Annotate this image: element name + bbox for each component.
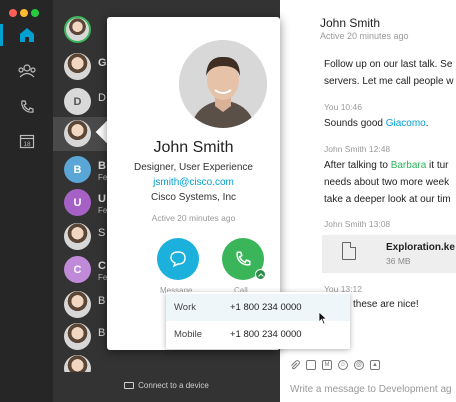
close-window-button[interactable]: [9, 9, 17, 17]
contact-subtitle: Fe: [98, 206, 108, 215]
message-line: needs about two more week: [324, 177, 450, 188]
avatar: [64, 323, 91, 350]
avatar: [64, 355, 91, 372]
menu-item-mobile[interactable]: Mobile +1 800 234 0000: [166, 321, 350, 348]
contact-status: Active 20 minutes ago: [151, 213, 236, 223]
team-icon[interactable]: [16, 60, 38, 82]
chat-status: Active 20 minutes ago: [320, 31, 409, 41]
active-indicator: [0, 24, 3, 46]
contact-title: Designer, User Experience: [134, 162, 253, 173]
zoom-window-button[interactable]: [31, 9, 39, 17]
screen-share-icon: [124, 382, 135, 389]
avatar: C: [64, 256, 91, 283]
contact-subtitle: Fe: [98, 173, 108, 182]
chevron-up-icon[interactable]: [255, 269, 266, 280]
file-size: 36 MB: [386, 256, 411, 266]
message-input[interactable]: Write a message to Development ag: [290, 384, 452, 395]
attach-icon[interactable]: [290, 360, 300, 370]
mention-link[interactable]: Barbara: [391, 160, 427, 171]
connect-device-label: Connect to a device: [138, 381, 209, 390]
home-icon[interactable]: [16, 24, 38, 46]
message-text: Sounds good: [324, 118, 386, 129]
file-attachment[interactable]: Exploration.ke 36 MB: [322, 235, 456, 273]
screenshot-icon[interactable]: [306, 360, 316, 370]
markdown-icon[interactable]: M: [322, 360, 332, 370]
file-icon: [342, 242, 356, 260]
contact-avatar: [179, 40, 267, 128]
avatar: [64, 53, 91, 80]
minimize-window-button[interactable]: [20, 9, 28, 17]
list-item[interactable]: [53, 352, 280, 372]
phone-number: +1 800 234 0000: [230, 329, 302, 340]
file-name: Exploration.ke: [386, 242, 455, 253]
avatar: [64, 291, 91, 318]
emoji-icon[interactable]: ☺: [338, 360, 348, 370]
chat-bubble-icon: [170, 251, 186, 268]
message-text: After talking to: [324, 160, 391, 171]
message-meta: John Smith 13:08: [324, 219, 391, 229]
mention-icon[interactable]: @: [354, 360, 364, 370]
contact-name: John Smith: [153, 139, 234, 156]
contact-name: G: [98, 57, 107, 69]
message-text: .: [425, 118, 429, 129]
contact-name: C: [98, 260, 106, 272]
contact-name: B: [98, 160, 106, 172]
phone-icon[interactable]: [16, 96, 38, 118]
contact-name: U: [98, 193, 106, 205]
calendar-day: 18: [23, 141, 31, 148]
message-text: it tur: [426, 160, 449, 171]
contact-subtitle: Fe: [98, 273, 108, 282]
avatar: B: [64, 156, 91, 183]
mouse-cursor-icon: [318, 311, 328, 325]
connect-device-button[interactable]: Connect to a device: [53, 381, 280, 390]
message-button[interactable]: [157, 238, 199, 280]
message-meta: You 10:46: [324, 102, 362, 112]
avatar: [64, 120, 91, 147]
message-line: Sounds good Giacomo.: [324, 115, 429, 132]
phone-type: Work: [174, 302, 196, 313]
message-meta: John Smith 12:48: [324, 144, 391, 154]
contact-name: D: [98, 92, 106, 104]
avatar: D: [64, 88, 91, 115]
navigation-rail: 18: [0, 0, 53, 402]
contact-company: Cisco Systems, Inc: [150, 192, 237, 203]
message-line: these are nice!: [353, 299, 419, 310]
composer-toolbar: M ☺ @ ▲: [290, 360, 380, 370]
contact-name: B: [98, 327, 106, 339]
message-line: Follow up on our last talk. Se: [324, 59, 453, 70]
contact-name: B: [98, 295, 106, 307]
phone-icon: [236, 251, 251, 266]
chat-title: John Smith: [320, 16, 381, 30]
image-icon[interactable]: ▲: [370, 360, 380, 370]
avatar: [64, 16, 91, 43]
phone-type: Mobile: [174, 329, 202, 340]
avatar: U: [64, 189, 91, 216]
mention-link[interactable]: Giacomo: [386, 118, 426, 129]
avatar: [64, 223, 91, 250]
message-line: servers. Let me call people w: [324, 76, 454, 87]
contact-email-link[interactable]: jsmith@cisco.com: [107, 177, 280, 188]
calendar-icon[interactable]: 18: [16, 130, 38, 152]
message-line: take a deeper look at our tim: [324, 194, 451, 205]
message-line: After talking to Barbara it tur: [324, 157, 449, 174]
contact-name: S: [98, 227, 106, 239]
phone-number: +1 800 234 0000: [230, 302, 302, 313]
